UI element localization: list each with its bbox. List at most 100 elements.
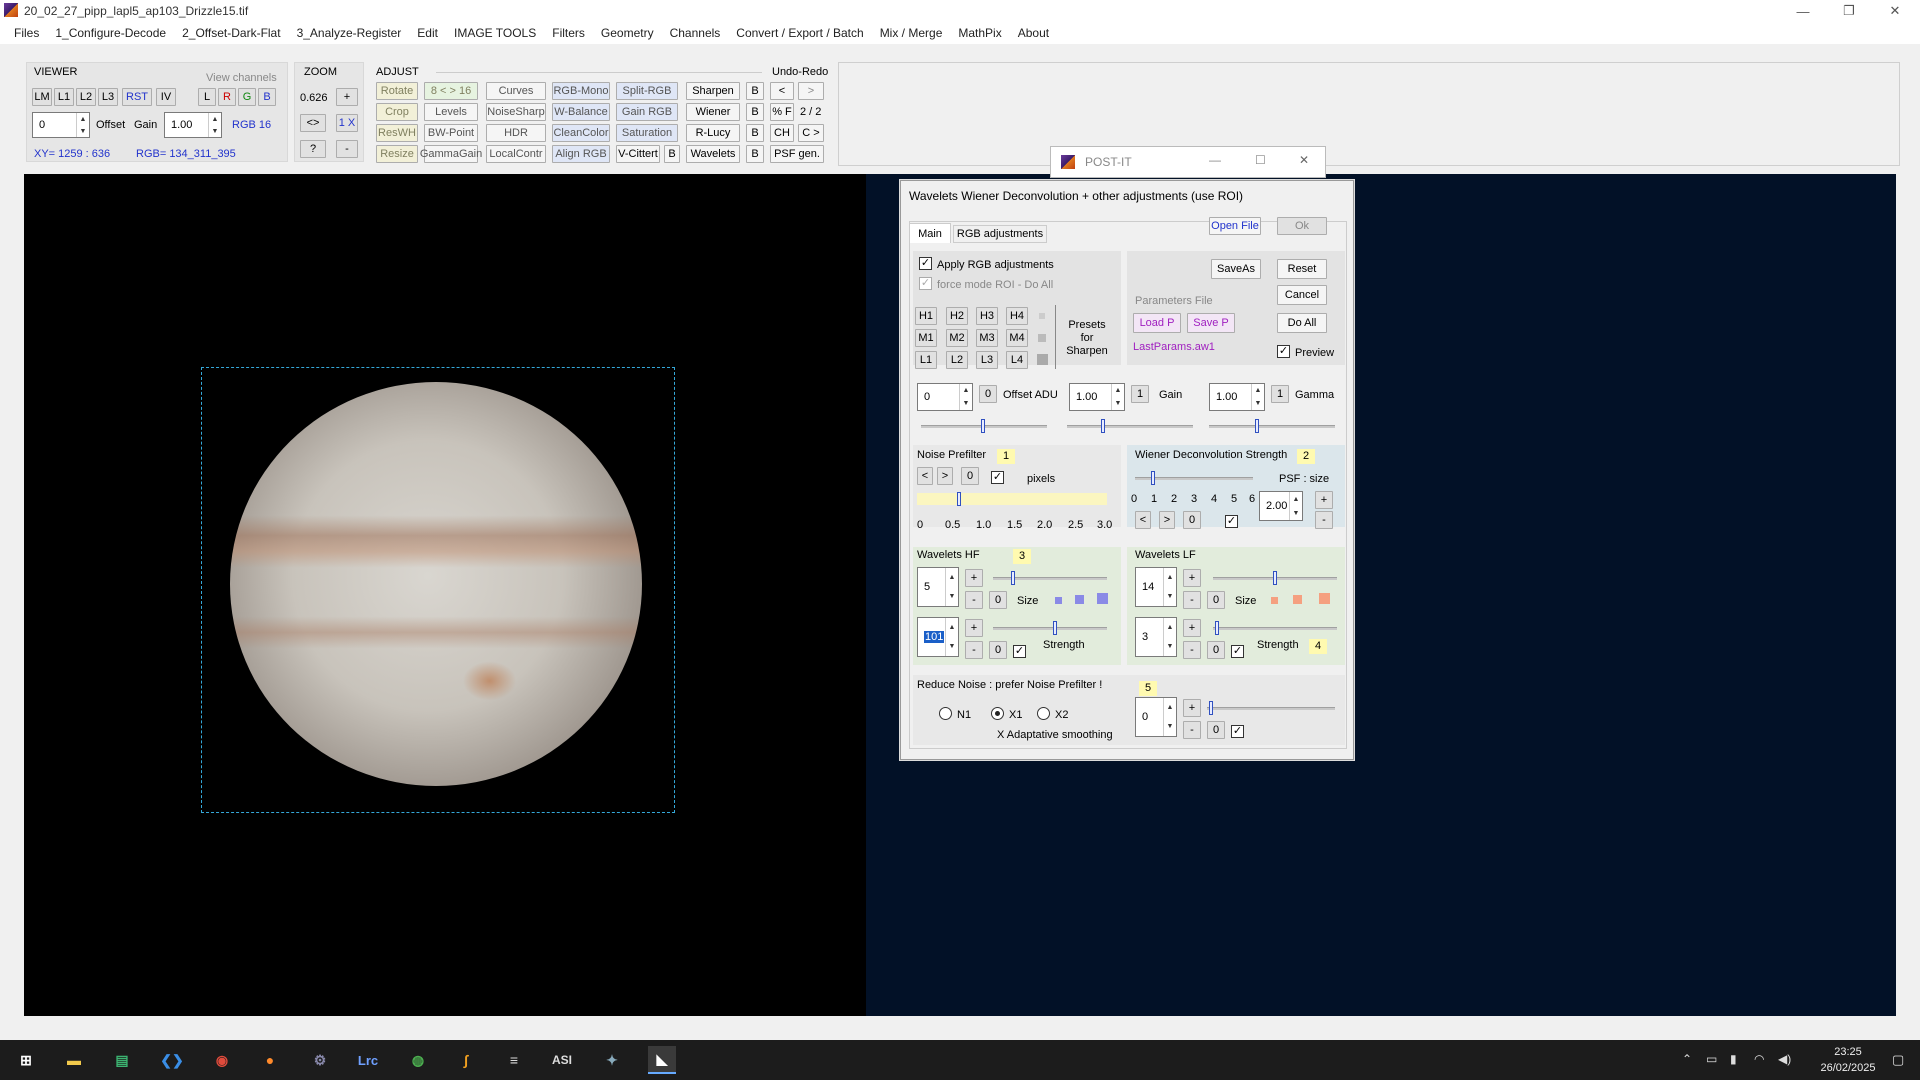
saturation-button[interactable]: Saturation [616, 124, 678, 142]
postit-maximize-icon[interactable]: ☐ [1255, 153, 1266, 167]
np-slider-track[interactable] [917, 493, 1107, 505]
np-increase-button[interactable]: > [937, 467, 953, 485]
menu-geometry[interactable]: Geometry [601, 26, 654, 40]
x1-radio[interactable] [991, 707, 1004, 720]
menu-about[interactable]: About [1018, 26, 1049, 40]
wlf-size-spinner[interactable]: 14 ▲ ▼ [1135, 567, 1177, 607]
menu-mathpix[interactable]: MathPix [958, 26, 1001, 40]
channel-g-button[interactable]: G [238, 88, 256, 106]
wiener-button[interactable]: Wiener [686, 103, 740, 121]
restore-icon[interactable]: ❐ [1826, 0, 1872, 22]
tray-volume-icon[interactable]: ◀) [1778, 1052, 1791, 1066]
whf-size-reset-button[interactable]: 0 [989, 591, 1007, 609]
reswh-button[interactable]: ResWH [376, 124, 418, 142]
gain-slider-thumb[interactable] [1101, 419, 1105, 433]
whf-size-plus-button[interactable]: + [965, 569, 983, 587]
whf-size-slider-thumb[interactable] [1011, 571, 1015, 585]
spinner-arrows-icon[interactable]: ▲ ▼ [959, 384, 972, 410]
firefox-icon[interactable]: ● [256, 1046, 284, 1074]
rn-plus-button[interactable]: + [1183, 699, 1201, 717]
undo-button[interactable]: < [770, 82, 794, 100]
gamma-spinner[interactable]: 1.00 ▲ ▼ [1209, 383, 1265, 411]
ok-button[interactable]: Ok [1277, 217, 1327, 235]
force-mode-checkbox[interactable]: ✓ [919, 277, 932, 290]
whf-strength-plus-button[interactable]: + [965, 619, 983, 637]
app-green-icon[interactable]: ◍ [404, 1046, 432, 1074]
cancel-button[interactable]: Cancel [1277, 285, 1327, 305]
v-cittert-b-button[interactable]: B [664, 145, 680, 163]
levels-button[interactable]: Levels [424, 103, 478, 121]
open-file-button[interactable]: Open File [1209, 217, 1261, 235]
sharpen-b-button[interactable]: B [746, 82, 764, 100]
r-lucy-b-button[interactable]: B [746, 124, 764, 142]
hdr-button[interactable]: HDR [486, 124, 546, 142]
tab-rgb-adjustments[interactable]: RGB adjustments [953, 225, 1047, 243]
wiener-slider-thumb[interactable] [1151, 471, 1155, 485]
channel-r-button[interactable]: R [218, 88, 236, 106]
preset-l4-button[interactable]: L4 [1006, 351, 1028, 369]
preset-m1-button[interactable]: M1 [915, 329, 937, 347]
offset-reset-button[interactable]: 0 [979, 385, 997, 403]
np-decrease-button[interactable]: < [917, 467, 933, 485]
preset-l3-button[interactable]: L3 [976, 351, 998, 369]
zoom-help-button[interactable]: ? [300, 140, 326, 158]
do-all-button[interactable]: Do All [1277, 313, 1327, 333]
whf-strength-spinner[interactable]: 101 ▲ ▼ [917, 617, 959, 657]
gamma-slider-thumb[interactable] [1255, 419, 1259, 433]
bw-point-button[interactable]: BW-Point [424, 124, 478, 142]
preset-m2-button[interactable]: M2 [946, 329, 968, 347]
l1-button[interactable]: L1 [54, 88, 74, 106]
spinner-arrows-icon[interactable]: ▲ ▼ [76, 113, 89, 137]
asi-icon[interactable]: ASI [548, 1046, 576, 1074]
offset-adu-spinner[interactable]: 0 ▲ ▼ [917, 383, 973, 411]
app-telescope-icon[interactable]: ✦ [598, 1046, 626, 1074]
preset-h1-button[interactable]: H1 [915, 307, 937, 325]
wiener-increase-button[interactable]: > [1159, 511, 1175, 529]
reduce-noise-spinner[interactable]: 0 ▲ ▼ [1135, 697, 1177, 737]
saveas-button[interactable]: SaveAs [1211, 259, 1261, 279]
astrosurface-icon[interactable]: ◣ [648, 1046, 676, 1074]
localcontr-button[interactable]: LocalContr [486, 145, 546, 163]
spinner-arrows-icon[interactable]: ▲ ▼ [945, 568, 958, 606]
align-rgb-button[interactable]: Align RGB [552, 145, 610, 163]
l2-button[interactable]: L2 [76, 88, 96, 106]
psf-plus-button[interactable]: + [1315, 491, 1333, 509]
whf-strength-slider-thumb[interactable] [1053, 621, 1057, 635]
zoom-1x-button[interactable]: 1 X [336, 114, 358, 132]
menu-edit[interactable]: Edit [417, 26, 438, 40]
wiener-reset-button[interactable]: 0 [1183, 511, 1201, 529]
spinner-arrows-icon[interactable]: ▲ ▼ [1163, 698, 1176, 736]
preset-m3-button[interactable]: M3 [976, 329, 998, 347]
wlf-size-reset-button[interactable]: 0 [1207, 591, 1225, 609]
wlf-strength-reset-button[interactable]: 0 [1207, 641, 1225, 659]
menu-files[interactable]: Files [14, 26, 39, 40]
wlf-strength-spinner[interactable]: 3 ▲ ▼ [1135, 617, 1177, 657]
load-params-button[interactable]: Load P [1133, 313, 1181, 333]
clock-date[interactable]: 26/02/2025 [1812, 1062, 1884, 1074]
lightroom-icon[interactable]: Lrc [354, 1046, 382, 1074]
zoom-fit-button[interactable]: <> [300, 114, 326, 132]
w-balance-button[interactable]: W-Balance [552, 103, 610, 121]
wavelets-b-button[interactable]: B [746, 145, 764, 163]
whf-strength-reset-button[interactable]: 0 [989, 641, 1007, 659]
rgb-mono-button[interactable]: RGB-Mono [552, 82, 610, 100]
crop-button[interactable]: Crop [376, 103, 418, 121]
spinner-arrows-icon[interactable]: ▲ ▼ [1163, 618, 1176, 656]
iv-button[interactable]: IV [156, 88, 176, 106]
sharpen-button[interactable]: Sharpen [686, 82, 740, 100]
close-icon[interactable]: ✕ [1872, 0, 1918, 22]
psf-gen-button[interactable]: PSF gen. [770, 145, 824, 163]
rn-minus-button[interactable]: - [1183, 721, 1201, 739]
x2-radio[interactable] [1037, 707, 1050, 720]
whf-strength-minus-button[interactable]: - [965, 641, 983, 659]
noisesharp-button[interactable]: NoiseSharp [486, 103, 546, 121]
notifications-icon[interactable]: ▢ [1892, 1052, 1904, 1068]
clock-time[interactable]: 23:25 [1818, 1046, 1878, 1058]
spinner-arrows-icon[interactable]: ▲ ▼ [1111, 384, 1124, 410]
menu-channels[interactable]: Channels [670, 26, 721, 40]
offset-slider-thumb[interactable] [981, 419, 985, 433]
spinner-arrows-icon[interactable]: ▲ ▼ [1251, 384, 1264, 410]
wiener-enable-checkbox[interactable]: ✓ [1225, 515, 1238, 528]
channel-b-button[interactable]: B [258, 88, 276, 106]
wlf-size-minus-button[interactable]: - [1183, 591, 1201, 609]
